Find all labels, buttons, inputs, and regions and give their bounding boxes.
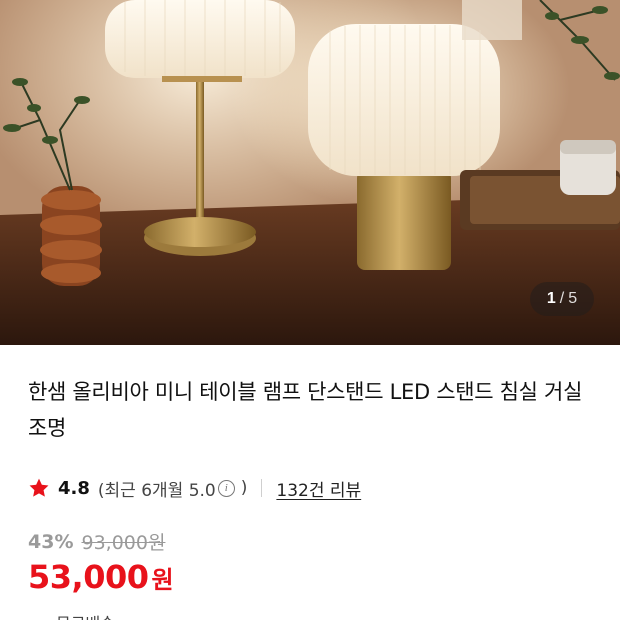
rating-row: 4.8 (최근 6개월 5.0 i ) 132건 리뷰 — [28, 474, 361, 502]
discount-row: 43% 93,000원 — [28, 528, 165, 555]
shipping-row: — 무료배송 — [28, 610, 115, 620]
rating-score: 4.8 — [58, 477, 90, 499]
image-counter: 1 / 5 — [530, 282, 594, 316]
sale-price: 53,000 원 — [28, 558, 174, 596]
info-icon[interactable]: i — [217, 479, 235, 497]
rating-divider — [261, 479, 263, 497]
star-icon — [29, 478, 49, 497]
discount-rate: 43% — [28, 530, 74, 553]
counter-current: 1 — [546, 290, 556, 307]
recent-rating-close: ) — [240, 478, 248, 498]
product-title: 한샘 올리비아 미니 테이블 램프 단스탠드 LED 스탠드 침실 거실 조명 — [28, 380, 583, 440]
shipping-label: 무료배송 — [56, 610, 115, 620]
sale-price-value: 53,000 — [28, 558, 149, 596]
original-price: 93,000원 — [81, 532, 166, 554]
sale-price-currency: 원 — [151, 566, 174, 594]
product-photo — [0, 0, 620, 345]
recent-rating-text: (최근 6개월 5.0 — [97, 480, 216, 501]
product-image[interactable]: 1 / 5 — [0, 0, 620, 345]
counter-total: 5 — [568, 290, 578, 307]
counter-separator: / — [559, 290, 565, 307]
shipping-dash: — — [28, 613, 44, 620]
review-count-link[interactable]: 132건 리뷰 — [276, 476, 361, 501]
